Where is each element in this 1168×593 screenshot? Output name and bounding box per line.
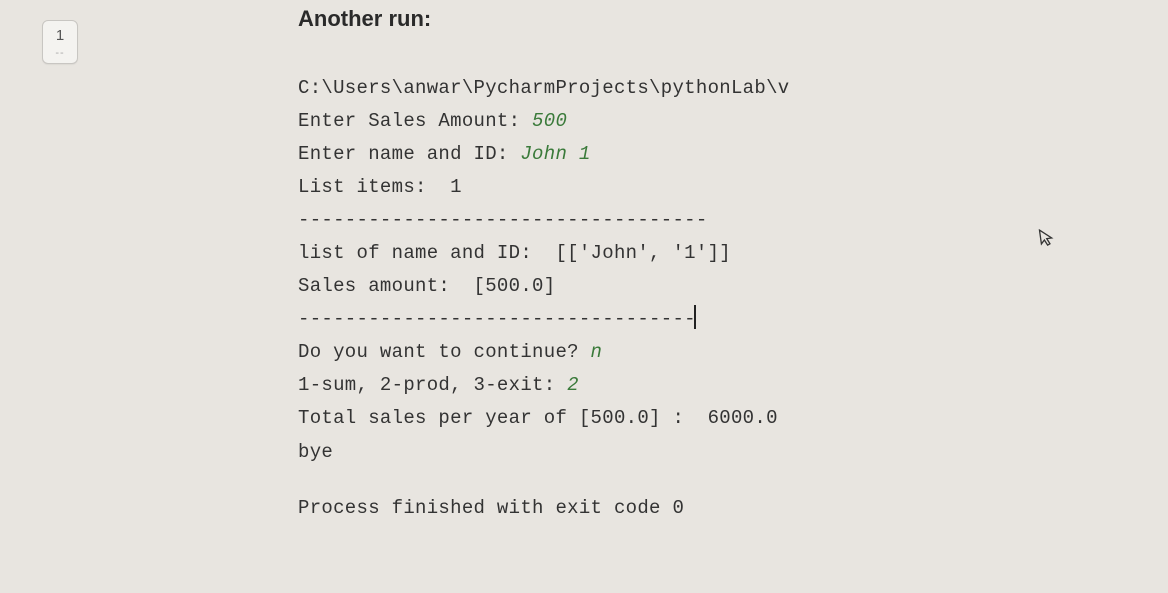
process-exit-line: Process finished with exit code 0 xyxy=(298,497,1098,519)
user-input: 2 xyxy=(567,374,579,396)
user-input: n xyxy=(591,341,603,363)
console-line: List items: 1 xyxy=(298,176,462,198)
console-line: Enter Sales Amount: xyxy=(298,110,532,132)
content-area: Another run: C:\Users\anwar\PycharmProje… xyxy=(298,6,1098,519)
section-heading: Another run: xyxy=(298,6,1098,32)
page-number-sep: -- xyxy=(43,47,77,59)
text-cursor xyxy=(694,305,696,329)
cursor-icon xyxy=(1038,227,1057,254)
console-separator: ----------------------------------- xyxy=(298,209,708,231)
console-line: Do you want to continue? xyxy=(298,341,591,363)
console-line: Sales amount: [500.0] xyxy=(298,275,555,297)
console-line: Enter name and ID: xyxy=(298,143,520,165)
page-number-box: 1 -- xyxy=(42,20,78,64)
console-line: Total sales per year of [500.0] : 6000.0 xyxy=(298,407,778,429)
console-line: bye xyxy=(298,441,333,463)
console-output: C:\Users\anwar\PycharmProjects\pythonLab… xyxy=(298,72,1098,469)
console-line: 1-sum, 2-prod, 3-exit: xyxy=(298,374,567,396)
console-separator: ---------------------------------- xyxy=(298,308,696,330)
console-line: C:\Users\anwar\PycharmProjects\pythonLab… xyxy=(298,77,789,99)
console-line: list of name and ID: [['John', '1']] xyxy=(298,242,731,264)
user-input: 500 xyxy=(532,110,567,132)
page-number: 1 xyxy=(43,27,77,45)
user-input: John 1 xyxy=(520,143,590,165)
